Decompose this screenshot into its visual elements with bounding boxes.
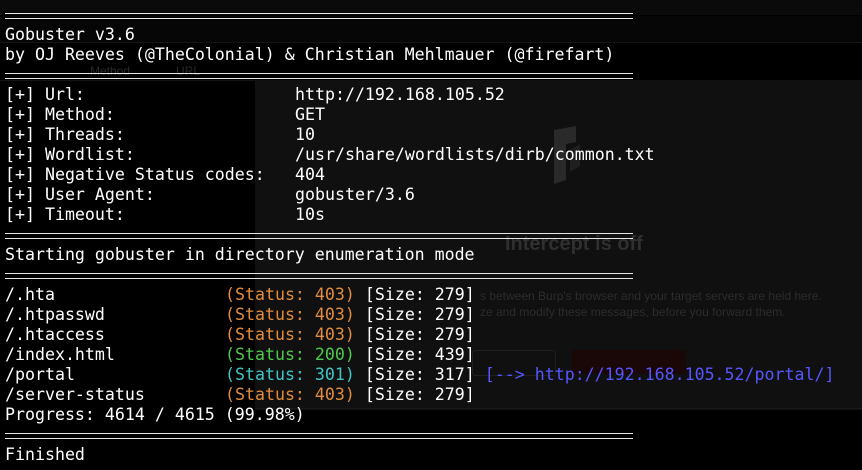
result-row: /.htaccess (Status: 403) [Size: 279] bbox=[5, 325, 639, 345]
result-row: /server-status (Status: 403) [Size: 279] bbox=[5, 385, 639, 405]
progress-line: Progress: 4614 / 4615 (99.98%) bbox=[5, 405, 305, 424]
config-key: [+] Threads: bbox=[5, 125, 125, 144]
double-rule bbox=[5, 433, 633, 439]
result-status: (Status: 403) bbox=[225, 325, 355, 344]
config-value: http://192.168.105.52 bbox=[295, 85, 505, 104]
config-key: [+] Negative Status codes: bbox=[5, 165, 265, 184]
separator-rule bbox=[5, 465, 639, 470]
result-path: /.htaccess bbox=[5, 325, 105, 344]
result-path: /.hta bbox=[5, 285, 55, 304]
config-row-threads: [+] Threads: 10 bbox=[5, 125, 639, 145]
separator-rule bbox=[5, 225, 639, 245]
result-size: [Size: 279] bbox=[364, 325, 475, 344]
result-row: /.hta (Status: 403) [Size: 279] bbox=[5, 285, 639, 305]
result-redirect-link[interactable]: [--> http://192.168.105.52/portal/] bbox=[485, 365, 835, 384]
result-size: [Size: 439] bbox=[364, 345, 475, 364]
double-rule bbox=[5, 13, 633, 19]
config-key: [+] Url: bbox=[5, 85, 85, 104]
config-row-wordlist: [+] Wordlist: /usr/share/wordlists/dirb/c… bbox=[5, 145, 655, 165]
finished-line: Finished bbox=[5, 445, 85, 464]
config-row-negative-status: [+] Negative Status codes: 404 bbox=[5, 165, 639, 185]
separator-rule bbox=[5, 265, 639, 285]
config-key: [+] Timeout: bbox=[5, 205, 125, 224]
result-path: /index.html bbox=[5, 345, 115, 364]
banner-authors: by OJ Reeves (@TheColonial) & Christian … bbox=[5, 45, 615, 64]
config-value: 10s bbox=[295, 205, 325, 224]
config-key: [+] User Agent: bbox=[5, 185, 155, 204]
double-rule bbox=[5, 233, 633, 239]
result-size: [Size: 317] bbox=[364, 365, 475, 384]
separator-rule bbox=[5, 5, 639, 25]
separator-rule bbox=[5, 425, 639, 445]
config-value: 404 bbox=[295, 165, 325, 184]
config-key: [+] Wordlist: bbox=[5, 145, 135, 164]
result-status: (Status: 403) bbox=[225, 285, 355, 304]
config-row-url: [+] Url: http://192.168.105.52 bbox=[5, 85, 639, 105]
terminal-output[interactable]: Gobuster v3.6 by OJ Reeves (@TheColonial… bbox=[5, 5, 834, 470]
config-value: gobuster/3.6 bbox=[295, 185, 415, 204]
result-row: /index.html (Status: 200) [Size: 439] bbox=[5, 345, 639, 365]
result-status: (Status: 200) bbox=[225, 345, 355, 364]
config-value: /usr/share/wordlists/dirb/common.txt bbox=[295, 145, 655, 164]
banner-title: Gobuster v3.6 bbox=[5, 25, 135, 44]
result-size: [Size: 279] bbox=[364, 385, 475, 404]
start-message: Starting gobuster in directory enumerati… bbox=[5, 245, 475, 264]
result-status: (Status: 403) bbox=[225, 305, 355, 324]
config-key: [+] Method: bbox=[5, 105, 115, 124]
result-path: /.htpasswd bbox=[5, 305, 105, 324]
result-size: [Size: 279] bbox=[364, 305, 475, 324]
result-status: (Status: 301) bbox=[225, 365, 355, 384]
result-path: /server-status bbox=[5, 385, 145, 404]
double-rule bbox=[5, 73, 633, 79]
result-size: [Size: 279] bbox=[364, 285, 475, 304]
config-row-user-agent: [+] User Agent: gobuster/3.6 bbox=[5, 185, 639, 205]
result-path: /portal bbox=[5, 365, 75, 384]
result-status: (Status: 403) bbox=[225, 385, 355, 404]
config-row-timeout: [+] Timeout: 10s bbox=[5, 205, 639, 225]
result-row: /.htpasswd (Status: 403) [Size: 279] bbox=[5, 305, 639, 325]
config-value: GET bbox=[295, 105, 325, 124]
separator-rule bbox=[5, 65, 639, 85]
result-row: /portal (Status: 301) [Size: 317] [--> ht… bbox=[5, 365, 834, 385]
config-value: 10 bbox=[295, 125, 315, 144]
double-rule bbox=[5, 273, 633, 279]
config-row-method: [+] Method: GET bbox=[5, 105, 639, 125]
